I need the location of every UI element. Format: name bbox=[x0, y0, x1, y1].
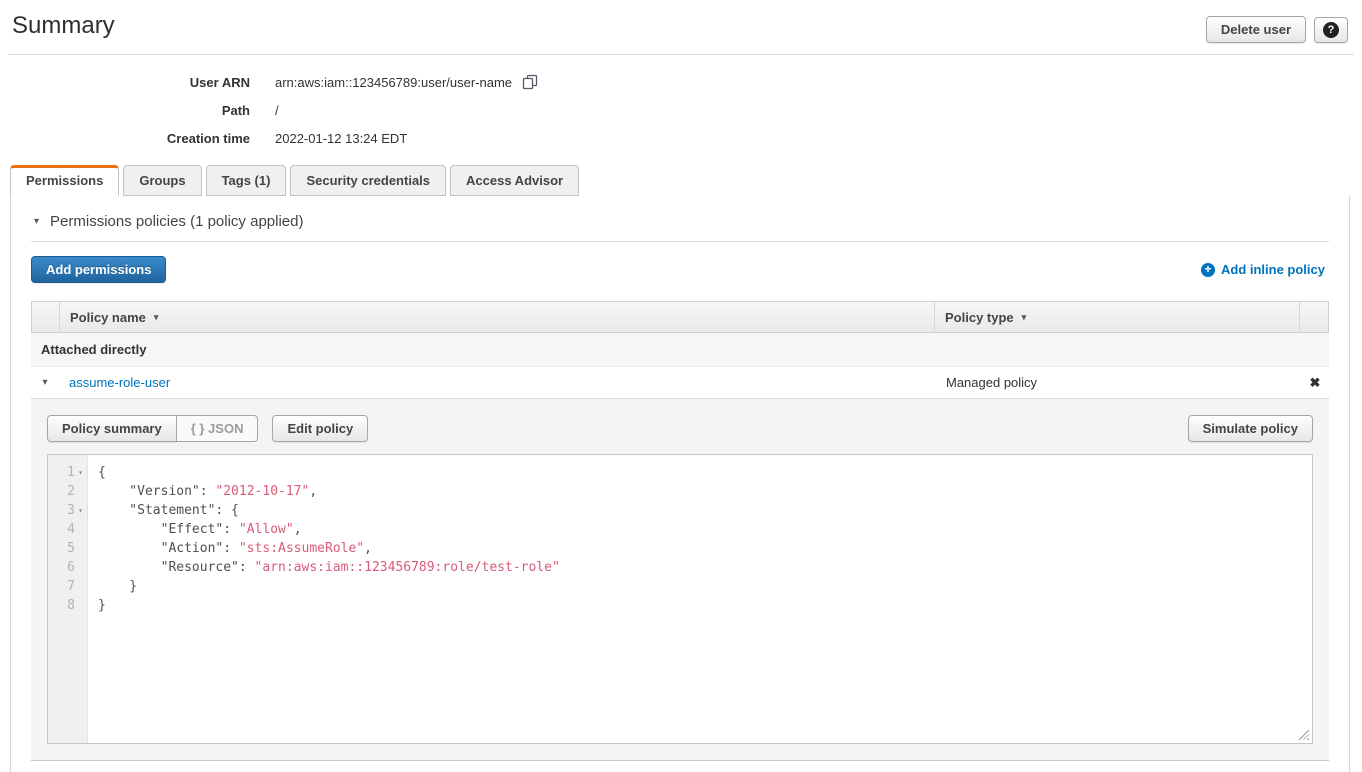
tab-security-credentials[interactable]: Security credentials bbox=[290, 165, 446, 196]
tab-bar: Permissions Groups Tags (1) Security cre… bbox=[10, 165, 1362, 196]
json-editor-gutter: 1▾23▾45678 bbox=[48, 455, 88, 743]
json-string-value: "Allow" bbox=[239, 522, 294, 537]
path-value: / bbox=[275, 103, 279, 118]
tab-permissions[interactable]: Permissions bbox=[10, 165, 119, 196]
policy-type-value: Managed policy bbox=[936, 375, 1301, 390]
add-inline-policy-link[interactable]: + Add inline policy bbox=[1201, 262, 1325, 277]
json-code-text: , bbox=[294, 522, 302, 537]
copy-icon[interactable] bbox=[522, 74, 538, 90]
code-line[interactable]: } bbox=[98, 596, 1312, 615]
page-title: Summary bbox=[12, 12, 115, 40]
json-code-text: , bbox=[309, 484, 317, 499]
gutter-line: 5 bbox=[48, 539, 87, 558]
add-inline-policy-label: Add inline policy bbox=[1221, 262, 1325, 277]
plus-circle-icon: + bbox=[1201, 263, 1215, 277]
code-line[interactable]: "Resource": "arn:aws:iam::123456789:role… bbox=[98, 558, 1312, 577]
fold-caret-icon[interactable]: ▾ bbox=[75, 463, 86, 482]
collapse-caret-icon: ▾ bbox=[34, 216, 39, 227]
attached-directly-group-row: Attached directly bbox=[31, 333, 1329, 367]
user-arn-row: User ARN arn:aws:iam::123456789:user/use… bbox=[0, 68, 1362, 96]
json-code-text: , bbox=[364, 541, 372, 556]
remove-policy-icon[interactable]: ✖ bbox=[1301, 375, 1329, 391]
sort-caret-icon: ▾ bbox=[1022, 312, 1027, 323]
remove-column-header bbox=[1300, 302, 1328, 332]
json-code-text: } bbox=[98, 579, 137, 594]
json-code-text: "Resource": bbox=[98, 560, 255, 575]
line-number: 8 bbox=[67, 596, 75, 615]
policy-name-column-header[interactable]: Policy name ▾ bbox=[60, 302, 935, 332]
header-actions: Delete user ? bbox=[1206, 16, 1348, 43]
sort-caret-icon: ▾ bbox=[154, 312, 159, 323]
permissions-tab-panel: ▾ Permissions policies (1 policy applied… bbox=[10, 196, 1350, 772]
creation-time-label: Creation time bbox=[0, 131, 250, 146]
simulate-policy-button[interactable]: Simulate policy bbox=[1188, 415, 1313, 442]
json-code-text: "Statement": { bbox=[98, 503, 239, 518]
json-code-text: { bbox=[98, 465, 106, 480]
tab-groups[interactable]: Groups bbox=[123, 165, 201, 196]
path-row: Path / bbox=[0, 96, 1362, 124]
user-info-section: User ARN arn:aws:iam::123456789:user/use… bbox=[0, 68, 1362, 152]
line-number: 3 bbox=[67, 501, 75, 520]
page-header: Summary Delete user ? bbox=[0, 0, 1362, 43]
user-arn-value: arn:aws:iam::123456789:user/user-name bbox=[275, 75, 512, 90]
json-string-value: "2012-10-17" bbox=[215, 484, 309, 499]
user-arn-label: User ARN bbox=[0, 75, 250, 90]
gutter-line: 6 bbox=[48, 558, 87, 577]
policy-table-header: Policy name ▾ Policy type ▾ bbox=[31, 301, 1329, 333]
code-line[interactable]: "Effect": "Allow", bbox=[98, 520, 1312, 539]
creation-time-value: 2022-01-12 13:24 EDT bbox=[275, 131, 407, 146]
code-line[interactable]: "Version": "2012-10-17", bbox=[98, 482, 1312, 501]
code-line[interactable]: "Statement": { bbox=[98, 501, 1312, 520]
line-number: 2 bbox=[67, 482, 75, 501]
tab-access-advisor[interactable]: Access Advisor bbox=[450, 165, 579, 196]
policy-table-row: ▾ assume-role-user Managed policy ✖ bbox=[31, 367, 1329, 398]
policy-actions-row: Add permissions + Add inline policy bbox=[31, 256, 1329, 283]
json-code-text: "Action": bbox=[98, 541, 239, 556]
policy-table: Policy name ▾ Policy type ▾ Attached dir… bbox=[31, 301, 1329, 761]
gutter-line[interactable]: 3▾ bbox=[48, 501, 87, 520]
creation-time-row: Creation time 2022-01-12 13:24 EDT bbox=[0, 124, 1362, 152]
policy-detail-panel: Policy summary { } JSON Edit policy Simu… bbox=[31, 398, 1329, 760]
json-code-text: "Version": bbox=[98, 484, 215, 499]
header-divider bbox=[8, 54, 1354, 55]
json-code-text: "Effect": bbox=[98, 522, 239, 537]
gutter-line: 2 bbox=[48, 482, 87, 501]
line-number: 6 bbox=[67, 558, 75, 577]
code-line[interactable]: } bbox=[98, 577, 1312, 596]
line-number: 5 bbox=[67, 539, 75, 558]
help-button[interactable]: ? bbox=[1314, 17, 1348, 43]
expand-column-header bbox=[32, 302, 60, 332]
gutter-line[interactable]: 1▾ bbox=[48, 463, 87, 482]
policy-type-column-header[interactable]: Policy type ▾ bbox=[935, 302, 1300, 332]
json-string-value: "arn:aws:iam::123456789:role/test-role" bbox=[255, 560, 560, 575]
policy-name-link[interactable]: assume-role-user bbox=[69, 375, 170, 390]
policy-view-toggle: Policy summary { } JSON bbox=[47, 415, 258, 442]
json-code-text: } bbox=[98, 598, 106, 613]
json-view-button[interactable]: { } JSON bbox=[176, 415, 259, 442]
delete-user-button[interactable]: Delete user bbox=[1206, 16, 1306, 43]
code-line[interactable]: "Action": "sts:AssumeRole", bbox=[98, 539, 1312, 558]
gutter-line: 8 bbox=[48, 596, 87, 615]
json-string-value: "sts:AssumeRole" bbox=[239, 541, 364, 556]
line-number: 7 bbox=[67, 577, 75, 596]
line-number: 4 bbox=[67, 520, 75, 539]
question-icon: ? bbox=[1323, 22, 1339, 38]
gutter-line: 7 bbox=[48, 577, 87, 596]
json-policy-editor[interactable]: 1▾23▾45678 { "Version": "2012-10-17", "S… bbox=[47, 454, 1313, 744]
tab-tags[interactable]: Tags (1) bbox=[206, 165, 287, 196]
permissions-policies-heading: Permissions policies (1 policy applied) bbox=[50, 213, 303, 230]
path-label: Path bbox=[0, 103, 250, 118]
line-number: 1 bbox=[67, 463, 75, 482]
gutter-line: 4 bbox=[48, 520, 87, 539]
policy-detail-toolbar: Policy summary { } JSON Edit policy Simu… bbox=[47, 415, 1313, 442]
fold-caret-icon[interactable]: ▾ bbox=[75, 501, 86, 520]
policy-summary-button[interactable]: Policy summary bbox=[47, 415, 177, 442]
code-line[interactable]: { bbox=[98, 463, 1312, 482]
json-editor-lines[interactable]: { "Version": "2012-10-17", "Statement": … bbox=[88, 455, 1312, 743]
add-permissions-button[interactable]: Add permissions bbox=[31, 256, 166, 283]
row-expand-caret-icon[interactable]: ▾ bbox=[31, 377, 59, 388]
edit-policy-button[interactable]: Edit policy bbox=[272, 415, 368, 442]
permissions-policies-section-toggle[interactable]: ▾ Permissions policies (1 policy applied… bbox=[31, 212, 1329, 242]
